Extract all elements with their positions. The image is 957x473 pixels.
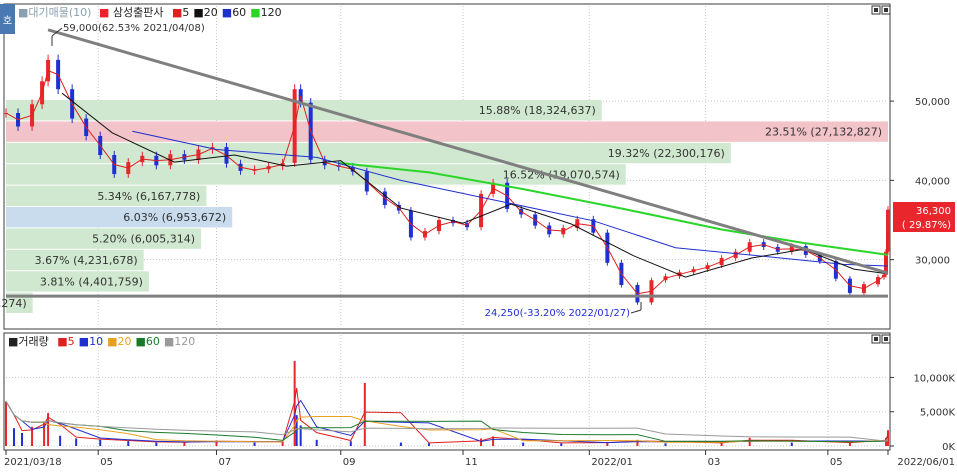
volume-ma-legend-marker-5: ■ <box>57 335 67 348</box>
volume-bar <box>127 441 130 446</box>
volume-bar <box>13 428 16 446</box>
stock-marker: ■ <box>99 6 109 19</box>
ma-legend-marker-5: ■ <box>172 6 182 19</box>
date-tick-label: 09 <box>343 457 356 468</box>
volume-profile-label: 5.34% (6,167,778) <box>97 190 200 203</box>
volume-tick-label: 5,000K <box>920 408 956 419</box>
high-annotation: 59,000(62.53% 2021/04/08) <box>63 23 205 34</box>
volume-ma-legend-marker-120: ■ <box>164 335 174 348</box>
volume-bar <box>99 439 102 446</box>
price-tick-label: 30,000 <box>915 256 950 267</box>
volume-ma-legend-label-20: 20 <box>117 335 131 348</box>
volume-ma-legend: ■5 ■10 ■20 ■60 ■120 <box>57 335 195 348</box>
volume-bar <box>21 432 24 446</box>
date-tick-label: 07 <box>218 457 231 468</box>
price-tick-label: 50,000 <box>915 97 950 108</box>
date-tick-label: 2021/03/18 <box>4 457 62 468</box>
current-price: 36,300 <box>916 206 951 217</box>
volume-bar <box>427 443 430 446</box>
volume-ma-legend-label-10: 10 <box>89 335 103 348</box>
volume-bar <box>560 443 563 446</box>
volume-panel-close-glyph <box>884 337 888 341</box>
date-tick-label: 05 <box>830 457 843 468</box>
volume-bar <box>399 442 402 446</box>
volume-ma-legend-marker-60: ■ <box>135 335 145 348</box>
volume-profile-label: 19.32% (22,300,176) <box>608 147 725 160</box>
volume-profile-label: 5.20% (6,005,314) <box>92 233 195 246</box>
price-tick-label: 40,000 <box>915 176 950 187</box>
volume-title: ■거래량 <box>8 335 49 348</box>
volume-bar <box>790 442 793 446</box>
price-legend: ■대기매물(10) ■ 삼성출판사 ■5 ■20 ■60 ■120 <box>18 6 282 19</box>
ma-legend-label-5: 5 <box>182 6 189 19</box>
volume-bar <box>349 441 352 446</box>
volume-bar <box>664 443 667 446</box>
volume-profile-label: 3.67% (4,231,678) <box>35 254 138 267</box>
volume-profile-label: 0.71% (817,274) <box>0 297 27 310</box>
current-change: ( 29.87%) <box>902 220 951 231</box>
volume-profile-band <box>6 121 888 142</box>
ma-legend-marker-120: ■ <box>250 6 260 19</box>
volume-profile-label: 15.88% (18,324,637) <box>479 104 596 117</box>
corner-tab-label: 호 <box>3 15 12 27</box>
volume-bar <box>522 442 525 446</box>
stock-name[interactable]: 삼성출판사 <box>113 6 164 19</box>
volume-ma-legend-label-120: 120 <box>174 335 195 348</box>
volume-profile-label: 3.81% (4,401,759) <box>40 275 143 288</box>
ma-legend-label-20: 20 <box>204 6 218 19</box>
volume-profile-label: 6.03% (6,953,672) <box>123 211 226 224</box>
volume-panel-frame <box>3 332 891 451</box>
date-tick-label: 05 <box>100 457 113 468</box>
price-panel-maximize-glyph <box>874 8 878 12</box>
date-tick-label: 03 <box>708 457 721 468</box>
volume-bar <box>748 437 751 446</box>
ma-legend-label-120: 120 <box>261 6 282 19</box>
price-panel-close-glyph <box>884 8 888 12</box>
volume-bar <box>315 439 318 446</box>
resistance-legend: ■대기매물(10) <box>18 6 91 19</box>
ma-legend-marker-20: ■ <box>193 6 203 19</box>
ma-legend-marker-60: ■ <box>222 6 232 19</box>
ma-legend: ■5 ■20 ■60 ■120 <box>172 6 282 19</box>
date-tick-label: 2022/01 <box>591 457 633 468</box>
date-tick-label: 11 <box>465 457 478 468</box>
volume-ma-legend-label-60: 60 <box>146 335 160 348</box>
date-tick-label: 2022/06/01 <box>897 457 955 468</box>
volume-panel-maximize-glyph <box>874 337 878 341</box>
volume-bar <box>155 442 158 446</box>
volume-legend: ■거래량 ■5 ■10 ■20 ■60 ■120 <box>8 335 195 348</box>
volume-bar <box>253 442 256 446</box>
low-annotation: 24,250(-33.20% 2022/01/27) <box>485 308 630 319</box>
chart-canvas: 15.88% (18,324,637) 23.51% (27,132,827) 19… <box>0 0 957 469</box>
volume-ma-legend-label-5: 5 <box>68 335 75 348</box>
volume-bar <box>75 438 78 446</box>
volume-ma-legend-marker-10: ■ <box>79 335 89 348</box>
volume-bar <box>480 438 483 446</box>
volume-bar <box>5 401 7 446</box>
stock-chart-window: 15.88% (18,324,637) 23.51% (27,132,827) 19… <box>0 0 957 469</box>
volume-tick-label: 0K <box>942 442 955 453</box>
volume-ma-legend-marker-20: ■ <box>107 335 117 348</box>
volume-bar <box>59 435 62 446</box>
ma-legend-label-60: 60 <box>232 6 246 19</box>
volume-profile-label: 23.51% (27,132,827) <box>765 126 882 139</box>
volume-tick-label: 10,000K <box>913 373 955 384</box>
